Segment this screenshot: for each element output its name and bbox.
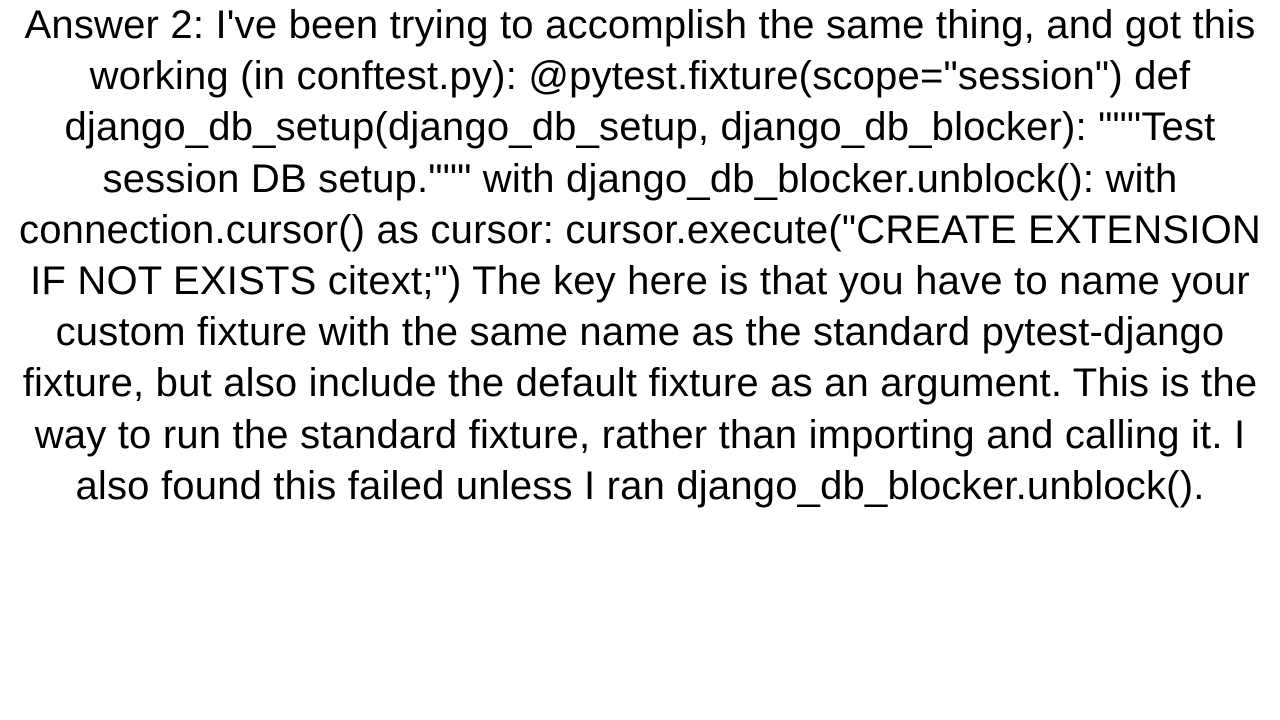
answer-text: Answer 2: I've been trying to accomplish… xyxy=(0,0,1280,512)
